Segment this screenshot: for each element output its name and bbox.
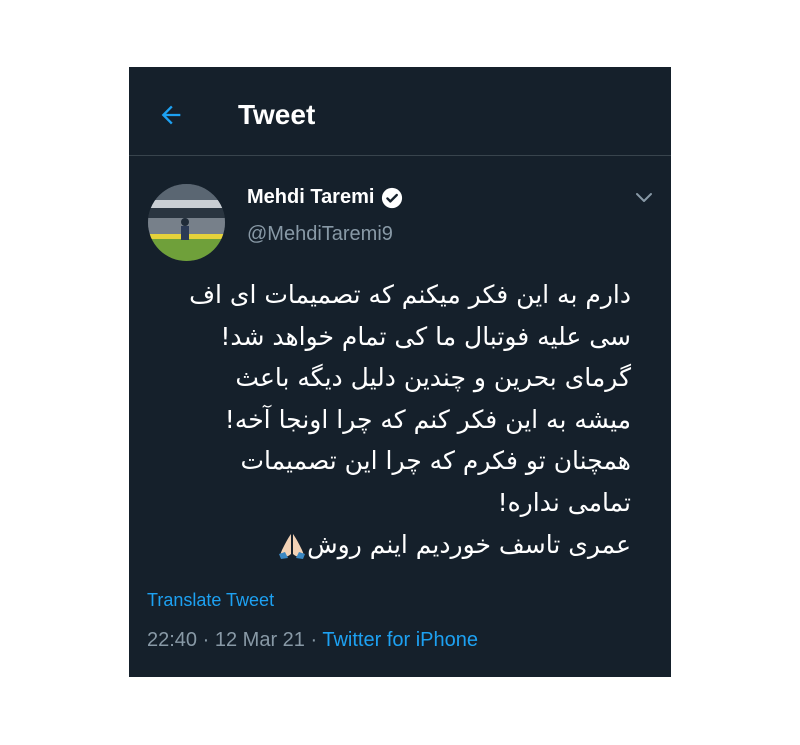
avatar[interactable] <box>148 184 225 261</box>
author-handle[interactable]: @MehdiTaremi9 <box>247 223 393 246</box>
tweet-last-line: عمری تاسف خوردیم اینم روش <box>149 524 631 566</box>
tweet-line: سی علیه فوتبال ما کی تمام خواهد شد! <box>220 321 631 351</box>
verified-badge-icon <box>382 187 403 208</box>
chevron-down-icon[interactable] <box>635 191 653 205</box>
tweet-line: همچنان تو فکرم که چرا این تصمیمات <box>240 446 631 476</box>
tweet-date: 12 Mar 21 <box>214 629 305 651</box>
tweet-text: دارم به این فکر میکنم که تصمیمات ای اف س… <box>149 274 631 565</box>
page-title: Tweet <box>238 99 316 130</box>
tweet-time: 22:40 <box>147 629 198 651</box>
meta-separator: · <box>202 629 210 651</box>
back-arrow-icon[interactable] <box>157 101 185 129</box>
author-name-row: Mehdi Taremi <box>247 186 403 209</box>
author-name[interactable]: Mehdi Taremi <box>247 186 374 209</box>
translate-tweet-link[interactable]: Translate Tweet <box>147 590 274 611</box>
tweet-header: Tweet <box>129 67 671 156</box>
tweet-line: عمری تاسف خوردیم اینم روش <box>307 529 631 559</box>
tweet-line: دارم به این فکر میکنم که تصمیمات ای اف <box>189 280 631 309</box>
tweet-meta: 22:40 · 12 Mar 21 · Twitter for iPhone <box>147 629 478 652</box>
tweet-panel: Tweet Mehdi Taremi @MehdiTaremi9 دارم به… <box>129 67 671 677</box>
tweet-line: گرمای بحرین و چندین دلیل دیگه باعث <box>235 363 631 393</box>
tweet-source-link[interactable]: Twitter for iPhone <box>322 629 478 651</box>
tweet-line: تمامی نداره! <box>497 487 631 517</box>
meta-separator: · <box>310 629 318 651</box>
tweet-line: میشه به این فکر کنم که چرا اونجا آخه! <box>224 404 631 434</box>
folded-hands-icon <box>279 533 306 559</box>
